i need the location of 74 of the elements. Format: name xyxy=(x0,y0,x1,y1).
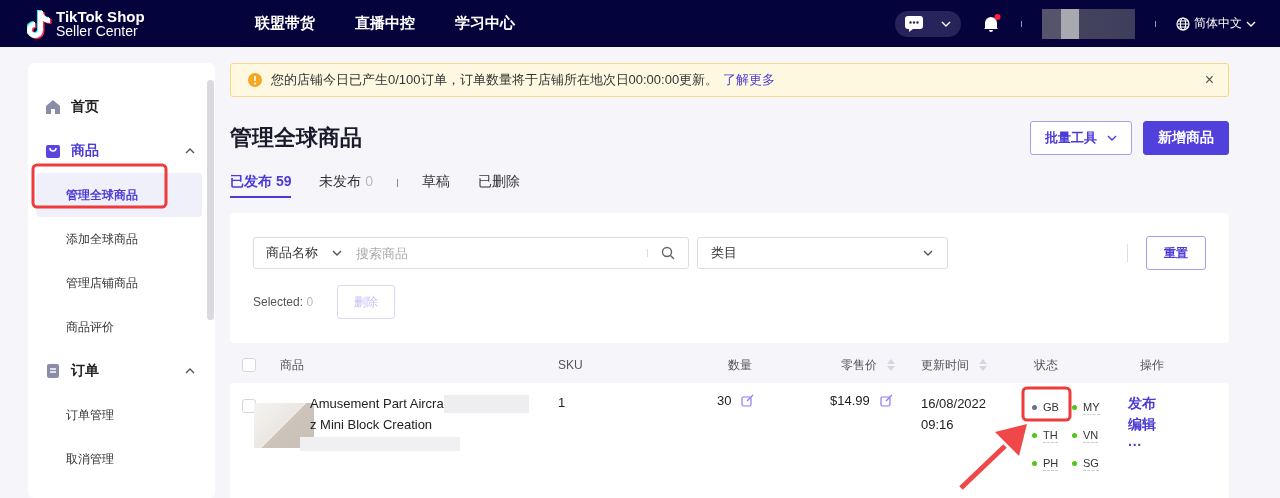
chat-bubble-icon xyxy=(905,15,923,32)
column-header: SKU xyxy=(558,358,583,372)
checkbox[interactable] xyxy=(242,358,256,372)
caret-icon xyxy=(185,148,195,154)
tab[interactable]: 未发布 0 xyxy=(319,173,374,198)
nav-link[interactable]: 直播中控 xyxy=(355,14,415,33)
region-code[interactable]: VN xyxy=(1083,428,1099,443)
globe-icon xyxy=(1176,16,1190,31)
learn-more-link[interactable]: 了解更多 xyxy=(723,71,776,89)
column-header: 状态 xyxy=(1034,356,1058,374)
column-header[interactable]: 零售价 xyxy=(841,356,877,374)
timestamp-text: 16/08/2022 xyxy=(921,395,988,413)
field-dropdown[interactable]: 商品名称 xyxy=(266,244,342,262)
scrollbar[interactable] xyxy=(207,80,214,320)
sku-cell: 1 xyxy=(558,395,566,410)
category-dropdown[interactable]: 类目 xyxy=(697,237,948,269)
product-name: z Mini Block Creation xyxy=(310,416,433,434)
sidebar-item[interactable]: 商品 xyxy=(28,129,215,173)
search-icon[interactable] xyxy=(661,246,675,260)
search-field[interactable]: 商品名称 搜索商品 xyxy=(253,237,689,269)
edit-icon[interactable] xyxy=(879,394,893,407)
column-header: 商品 xyxy=(280,356,304,374)
price-cell: $14.99 xyxy=(830,393,870,408)
caret-icon xyxy=(941,20,951,27)
reset-button[interactable]: 重置 xyxy=(1146,236,1206,270)
action-link[interactable]: ··· xyxy=(1128,435,1229,456)
tab[interactable]: 已发布 59 xyxy=(230,173,292,198)
region-code[interactable]: GB xyxy=(1043,400,1059,415)
caret-icon xyxy=(185,368,195,374)
action-link[interactable]: 编辑 xyxy=(1128,414,1229,435)
language-selector[interactable]: 简体中文 xyxy=(1176,15,1256,32)
shopping-bag-icon xyxy=(45,143,61,159)
nav-link[interactable]: 学习中心 xyxy=(455,14,515,33)
sidebar-subitem[interactable]: 管理店铺商品 xyxy=(36,261,202,305)
warning-icon xyxy=(248,73,262,87)
brand-subtitle: Seller Center xyxy=(56,23,139,38)
home-icon xyxy=(45,99,61,115)
timestamp-text: 09:16 xyxy=(921,416,955,434)
region-code[interactable]: PH xyxy=(1043,456,1059,471)
caret-icon xyxy=(1107,135,1117,141)
sidebar-subitem[interactable]: 管理全球商品 xyxy=(36,173,202,217)
tab[interactable]: 草稿 xyxy=(422,173,451,198)
selected-count: Selected: 0 xyxy=(253,295,314,309)
edit-icon[interactable] xyxy=(741,394,755,407)
sidebar-subitem[interactable]: 取消管理 xyxy=(36,437,202,481)
checkbox[interactable] xyxy=(242,399,256,413)
column-header: 操作 xyxy=(1140,356,1164,374)
add-product-button[interactable]: 新增商品 xyxy=(1143,121,1229,155)
caret-icon xyxy=(1246,20,1256,27)
column-header: 数量 xyxy=(728,356,752,374)
bulk-tools-button[interactable]: 批量工具 xyxy=(1030,121,1132,155)
sidebar-subitem[interactable]: 商品评价 xyxy=(36,305,202,349)
quantity-cell: 30 xyxy=(717,393,732,408)
notice-text: 您的店铺今日已产生0/100订单，订单数量将于店铺所在地次日00:00:00更新。 xyxy=(271,71,719,89)
sidebar-item[interactable]: 首页 xyxy=(28,85,215,129)
brand-name: TikTok Shop xyxy=(56,9,145,24)
nav-link[interactable]: 联盟带货 xyxy=(255,14,315,33)
region-code[interactable]: TH xyxy=(1043,428,1058,443)
sidebar-subitem[interactable]: 订单管理 xyxy=(36,393,202,437)
column-header[interactable]: 更新时间 xyxy=(921,356,969,374)
sidebar-subitem[interactable]: 添加全球商品 xyxy=(36,217,202,261)
page-title: 管理全球商品 xyxy=(230,124,362,152)
action-link[interactable]: 发布 xyxy=(1128,393,1229,414)
tab[interactable]: 已删除 xyxy=(478,173,521,198)
music-note-icon xyxy=(27,8,53,39)
sidebar-item[interactable]: 订单 xyxy=(28,349,215,393)
product-name: Amusement Part Aircra xyxy=(310,395,444,413)
document-icon xyxy=(45,363,61,379)
region-code[interactable]: SG xyxy=(1083,456,1099,471)
chat-button[interactable] xyxy=(895,10,961,37)
close-button[interactable]: × xyxy=(1204,71,1214,89)
caret-icon xyxy=(332,250,342,256)
region-code[interactable]: MY xyxy=(1083,400,1100,415)
caret-icon xyxy=(923,250,933,256)
